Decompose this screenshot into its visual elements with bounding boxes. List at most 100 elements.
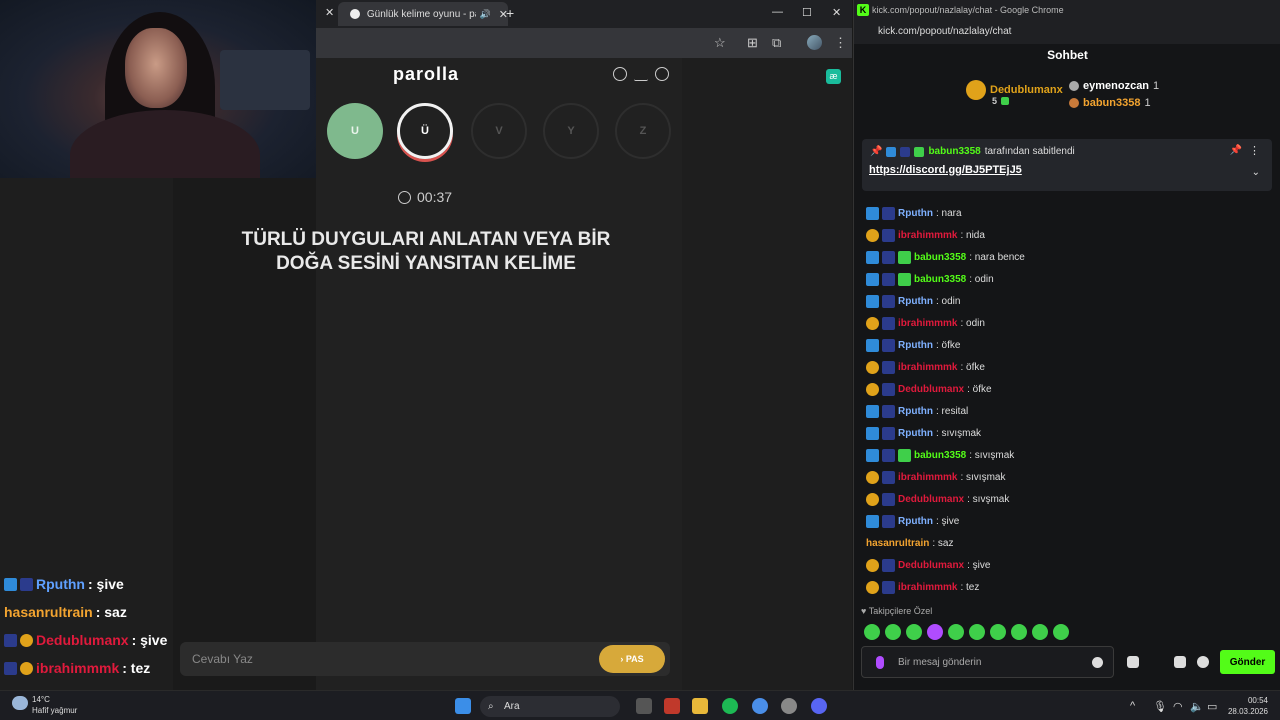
donor-count-value: 1 bbox=[1153, 80, 1160, 92]
chat-username[interactable]: Rputhn bbox=[898, 516, 933, 527]
volume-icon[interactable]: 🔈 bbox=[1190, 700, 1204, 713]
chat-username[interactable]: Rputhn bbox=[898, 428, 933, 439]
tab-parolla[interactable]: Günlük kelime oyunu - parolla 🔊 ✕ bbox=[338, 2, 508, 26]
emote-icon[interactable] bbox=[990, 624, 1006, 640]
chat-text: : sıvışmak bbox=[936, 427, 982, 439]
star-badge-icon bbox=[882, 470, 895, 484]
windows-start-icon[interactable] bbox=[455, 698, 471, 714]
star-badge-icon bbox=[882, 426, 895, 440]
emote-icon[interactable] bbox=[1011, 624, 1027, 640]
wifi-icon[interactable]: ◠ bbox=[1173, 700, 1183, 713]
chat-text: : nara bence bbox=[969, 251, 1025, 263]
chat-username[interactable]: Rputhn bbox=[898, 296, 933, 307]
chrome-icon[interactable] bbox=[752, 698, 768, 714]
extension-badge-icon[interactable]: æ bbox=[826, 69, 841, 84]
chat-username[interactable]: ibrahimmmk bbox=[898, 230, 957, 241]
chat-username[interactable]: hasanrultrain bbox=[866, 538, 929, 549]
badge-icon bbox=[866, 250, 879, 264]
donor-name[interactable]: babun3358 bbox=[1083, 97, 1140, 109]
app-icon[interactable] bbox=[781, 698, 797, 714]
stats-icon[interactable] bbox=[634, 67, 648, 81]
chevron-down-icon[interactable]: ⌄ bbox=[1252, 167, 1260, 178]
window-close-icon[interactable]: ✕ bbox=[832, 6, 841, 19]
bookmark-star-icon[interactable]: ☆ bbox=[714, 35, 726, 51]
chat-username[interactable]: babun3358 bbox=[914, 252, 966, 263]
chat-username[interactable]: ibrahimmmk bbox=[898, 318, 957, 329]
weather-widget[interactable]: 14°C Hafif yağmur bbox=[12, 694, 77, 716]
spotify-icon[interactable] bbox=[722, 698, 738, 714]
pinned-link[interactable]: https://discord.gg/BJ5PTEjJ5 bbox=[869, 164, 1022, 176]
letter-circle: Z bbox=[615, 103, 671, 159]
gold-badge-icon bbox=[20, 633, 33, 647]
chat-username[interactable]: ibrahimmmk bbox=[898, 472, 957, 483]
chat-username[interactable]: Rputhn bbox=[898, 406, 933, 417]
unpin-icon[interactable]: 📌 bbox=[1230, 145, 1242, 156]
chat-username[interactable]: Dedublumanx bbox=[898, 494, 964, 505]
extensions-icon[interactable]: ⧉ bbox=[772, 35, 781, 51]
emote-icon[interactable] bbox=[969, 624, 985, 640]
answer-placeholder: Cevabı Yaz bbox=[192, 652, 253, 666]
chat-username[interactable]: Dedublumanx bbox=[898, 384, 964, 395]
more-options-icon[interactable]: ⋮ bbox=[1249, 144, 1260, 157]
new-tab-icon[interactable]: + bbox=[506, 5, 514, 21]
send-button[interactable]: Gönder bbox=[1220, 650, 1275, 674]
speaker-icon[interactable]: 🔊 bbox=[480, 9, 491, 20]
star-badge-icon bbox=[882, 492, 895, 506]
star-badge-icon bbox=[882, 382, 895, 396]
profile-icon[interactable] bbox=[655, 67, 669, 81]
tray-expand-icon[interactable]: ^ bbox=[1130, 700, 1135, 712]
gift-icon bbox=[898, 448, 911, 462]
microphone-icon[interactable] bbox=[876, 656, 884, 669]
emote-icon[interactable] bbox=[927, 624, 943, 640]
letter-circle-active: Ü bbox=[397, 103, 453, 159]
gold-badge-icon bbox=[20, 661, 33, 675]
close-tab-icon[interactable]: ✕ bbox=[325, 6, 334, 19]
badge-icon bbox=[866, 338, 879, 352]
maximize-icon[interactable]: ☐ bbox=[802, 6, 812, 19]
pinned-user[interactable]: babun3358 bbox=[928, 146, 980, 157]
donor-name[interactable]: eymenozcan bbox=[1083, 80, 1149, 92]
letter-circle: V bbox=[471, 103, 527, 159]
emoji-icon[interactable] bbox=[1092, 657, 1103, 668]
menu-dots-icon[interactable]: ⋮ bbox=[834, 35, 847, 51]
answer-input[interactable]: Cevabı Yaz › PAS bbox=[180, 642, 670, 676]
chat-username[interactable]: Rputhn bbox=[898, 340, 933, 351]
file-explorer-icon[interactable] bbox=[692, 698, 708, 714]
translate-icon[interactable]: ⊞ bbox=[747, 35, 758, 51]
chat-username[interactable]: babun3358 bbox=[914, 450, 966, 461]
settings-gear-icon[interactable] bbox=[1197, 656, 1209, 668]
chat-username[interactable]: ibrahimmmk bbox=[898, 582, 957, 593]
emote-icon[interactable] bbox=[1053, 624, 1069, 640]
activity-icon[interactable] bbox=[1127, 656, 1139, 668]
info-icon[interactable] bbox=[613, 67, 627, 81]
profile-avatar[interactable] bbox=[807, 35, 822, 50]
chat-username[interactable]: Dedublumanx bbox=[898, 560, 964, 571]
overlay-text: : şive bbox=[87, 576, 124, 592]
taskbar-search[interactable]: ⌕ Ara bbox=[480, 696, 620, 717]
chat-username[interactable]: Rputhn bbox=[898, 208, 933, 219]
letter-circle: Y bbox=[543, 103, 599, 159]
chat-username[interactable]: babun3358 bbox=[914, 274, 966, 285]
app-p-icon[interactable] bbox=[664, 698, 680, 714]
microphone-tray-icon[interactable]: 🎙 bbox=[1153, 700, 1167, 713]
pass-button[interactable]: › PAS bbox=[599, 645, 665, 673]
emote-icon[interactable] bbox=[1032, 624, 1048, 640]
gift-icon bbox=[898, 250, 911, 264]
emote-icon[interactable] bbox=[885, 624, 901, 640]
star-badge-icon bbox=[882, 250, 895, 264]
donor-name[interactable]: Dedublumanx bbox=[990, 84, 1063, 96]
address-bar[interactable]: ☆ ⊞ ⧉ ⋮ bbox=[316, 28, 852, 58]
chat-input[interactable]: Bir mesaj gönderin bbox=[861, 646, 1114, 678]
discord-icon[interactable] bbox=[811, 698, 827, 714]
battery-icon[interactable]: ▭ bbox=[1207, 700, 1217, 713]
chat-username[interactable]: ibrahimmmk bbox=[898, 362, 957, 373]
task-view-icon[interactable] bbox=[636, 698, 652, 714]
emote-icon[interactable] bbox=[906, 624, 922, 640]
chat-url-bar[interactable]: kick.com/popout/nazlalay/chat bbox=[854, 20, 1280, 44]
emote-icon[interactable] bbox=[864, 624, 880, 640]
minimize-icon[interactable]: — bbox=[772, 6, 783, 18]
gold-badge-icon bbox=[866, 558, 879, 572]
system-clock[interactable]: 00:54 28.03.2026 bbox=[1228, 695, 1268, 717]
store-icon[interactable] bbox=[1174, 656, 1186, 668]
emote-icon[interactable] bbox=[948, 624, 964, 640]
